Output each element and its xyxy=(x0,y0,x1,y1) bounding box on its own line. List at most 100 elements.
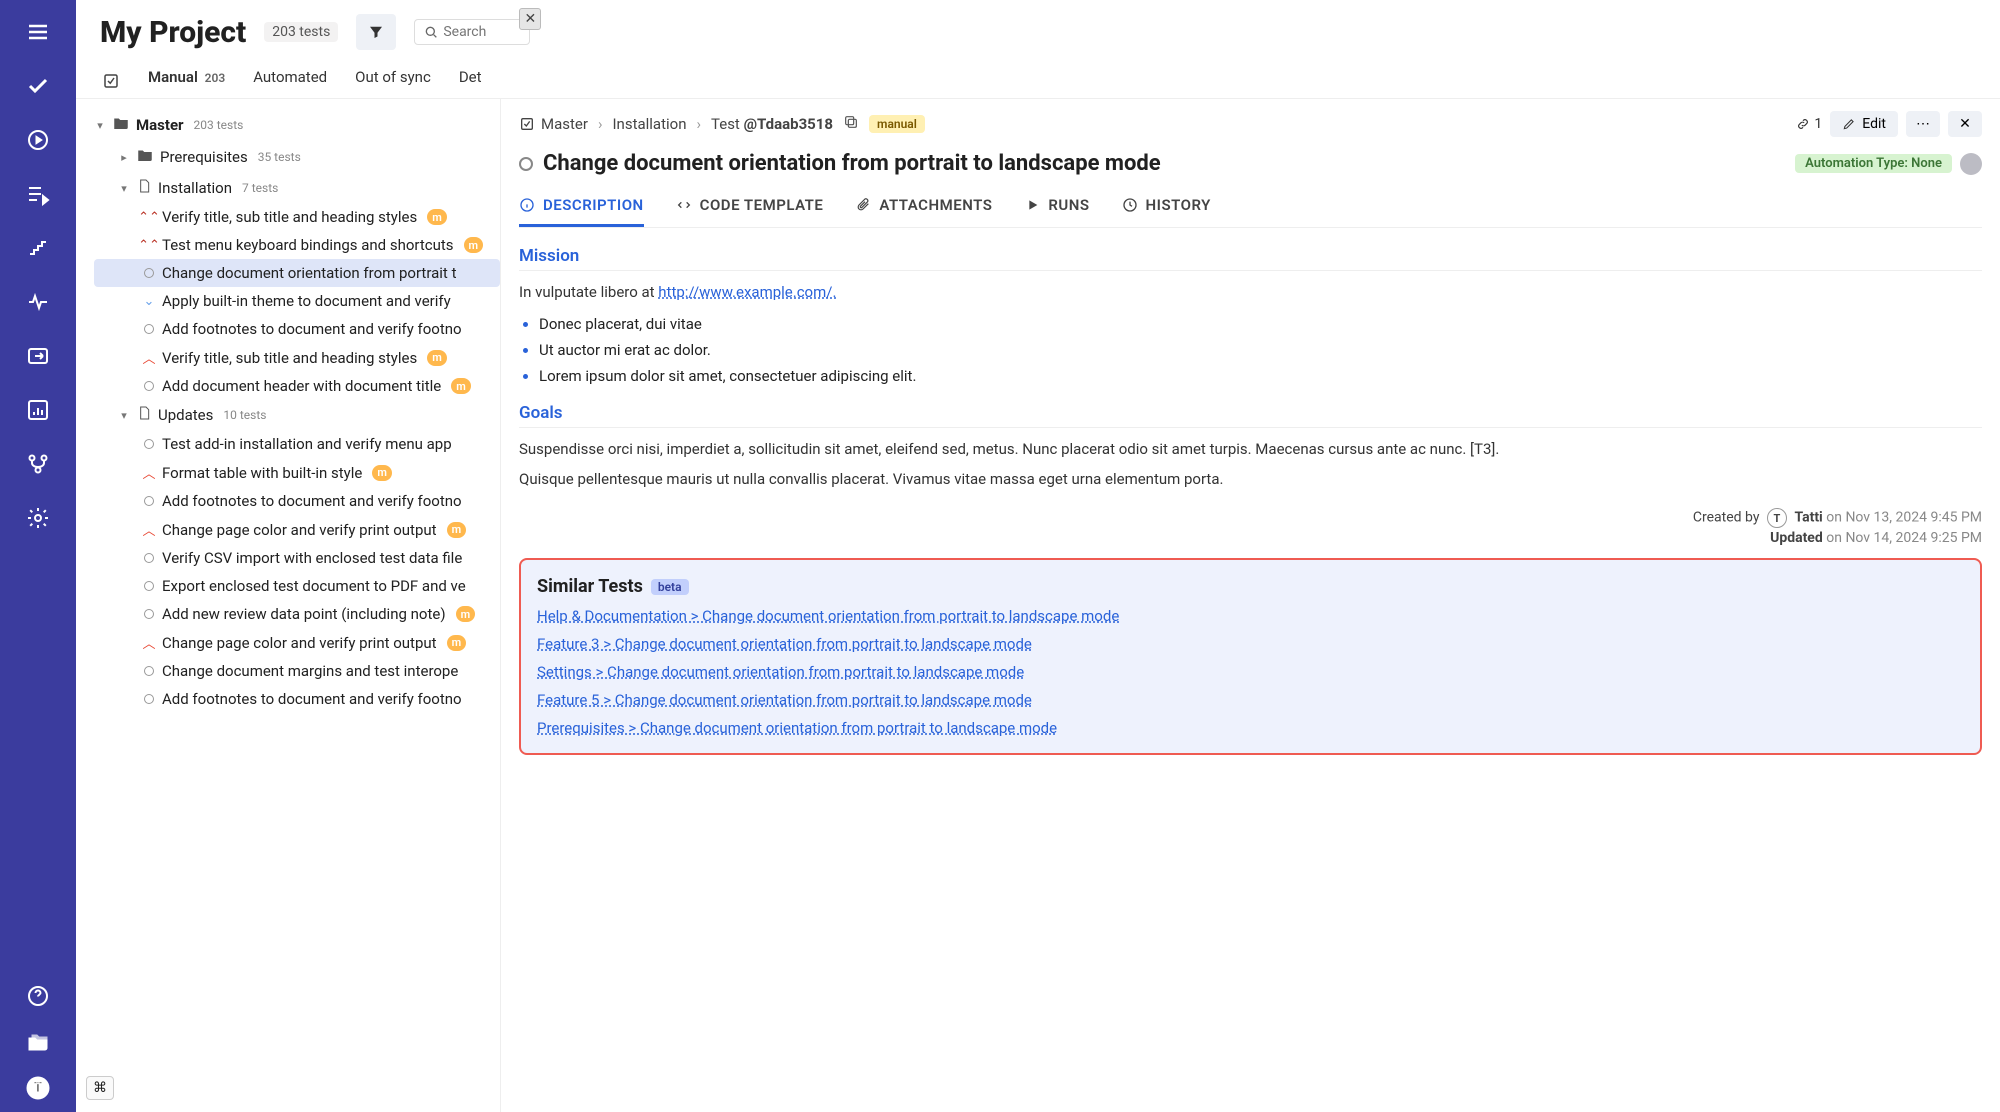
filter-button[interactable] xyxy=(356,14,396,50)
tree-node-prerequisites[interactable]: ▸ Prerequisites 35 tests xyxy=(94,141,500,173)
tab-runs[interactable]: RUNS xyxy=(1024,196,1089,227)
tree-test-item[interactable]: ︿Change page color and verify print outp… xyxy=(94,628,500,657)
manual-chip: m xyxy=(456,606,476,622)
manual-badge: manual xyxy=(869,115,925,133)
history-icon xyxy=(1122,197,1138,213)
check-icon[interactable] xyxy=(26,74,50,98)
tree-test-item[interactable]: Add footnotes to document and verify foo… xyxy=(94,315,500,343)
tree-test-item[interactable]: Add new review data point (including not… xyxy=(94,600,500,628)
search-icon xyxy=(423,24,439,40)
manual-chip: m xyxy=(427,209,447,225)
tree-collapse-icon[interactable] xyxy=(102,72,120,94)
chevron-right-icon: ▸ xyxy=(118,151,130,164)
link-count[interactable]: 1 xyxy=(1796,116,1822,132)
tree-test-item[interactable]: ︿Change page color and verify print outp… xyxy=(94,515,500,544)
mission-bullets: Donec placerat, dui vitaeUt auctor mi er… xyxy=(539,315,1982,385)
test-tree: ▾ Master 203 tests ▸ Prerequisites 35 te… xyxy=(76,99,500,1112)
status-circle-icon xyxy=(519,157,533,171)
tree-test-item[interactable]: Change document margins and test interop… xyxy=(94,657,500,685)
external-link[interactable]: http://www.example.com/. xyxy=(658,283,836,301)
tree-test-item[interactable]: Verify CSV import with enclosed test dat… xyxy=(94,544,500,572)
tab-attachments[interactable]: ATTACHMENTS xyxy=(855,196,992,227)
more-button[interactable]: ⋯ xyxy=(1906,111,1940,137)
tab-outofsync[interactable]: Out of sync xyxy=(355,68,431,98)
similar-test-link[interactable]: Feature 5 > Change document orientation … xyxy=(537,691,1964,709)
help-icon[interactable] xyxy=(26,984,50,1008)
tree-test-item[interactable]: Export enclosed test document to PDF and… xyxy=(94,572,500,600)
automation-badge: Automation Type: None xyxy=(1795,154,1952,173)
avatar[interactable] xyxy=(1960,153,1982,175)
meta-updated: Updated on Nov 14, 2024 9:25 PM xyxy=(519,530,1982,546)
tree-test-item[interactable]: Change document orientation from portrai… xyxy=(94,259,500,287)
tab-manual[interactable]: Manual 203 xyxy=(148,68,225,98)
detail-tabs: DESCRIPTION CODE TEMPLATE ATTACHMENTS RU… xyxy=(519,196,1982,228)
file-icon xyxy=(136,405,152,425)
tree-test-item[interactable]: ⌄Apply built-in theme to document and ve… xyxy=(94,287,500,315)
similar-test-link[interactable]: Prerequisites > Change document orientat… xyxy=(537,719,1964,737)
project-title: My Project xyxy=(100,15,246,50)
tree-test-item[interactable]: Add footnotes to document and verify foo… xyxy=(94,487,500,515)
pulse-icon[interactable] xyxy=(26,290,50,314)
chevron-down-icon: ▾ xyxy=(118,182,130,195)
check-square-icon xyxy=(519,116,535,132)
beta-badge: beta xyxy=(651,579,689,595)
tree-test-item[interactable]: ︿Format table with built-in stylem xyxy=(94,458,500,487)
search-box[interactable]: ✕ xyxy=(414,19,530,45)
test-title: Change document orientation from portrai… xyxy=(519,151,1161,176)
tab-history[interactable]: HISTORY xyxy=(1122,196,1211,227)
pencil-icon xyxy=(1842,117,1856,131)
gear-icon[interactable] xyxy=(26,506,50,530)
svg-text:T: T xyxy=(34,1080,43,1096)
manual-chip: m xyxy=(447,635,467,651)
detail-panel: Master › Installation › Test @Tdaab3518 … xyxy=(500,99,2000,1112)
info-icon xyxy=(519,197,535,213)
folders-icon[interactable] xyxy=(26,1030,50,1054)
import-icon[interactable] xyxy=(26,344,50,368)
manual-chip: m xyxy=(451,378,471,394)
chart-icon[interactable] xyxy=(26,398,50,422)
tab-code-template[interactable]: CODE TEMPLATE xyxy=(676,196,824,227)
tree-test-item[interactable]: Test add-in installation and verify menu… xyxy=(94,430,500,458)
tree-test-item[interactable]: ︿Verify title, sub title and heading sty… xyxy=(94,343,500,372)
paperclip-icon xyxy=(855,197,871,213)
tree-node-installation[interactable]: ▾ Installation 7 tests xyxy=(94,173,500,203)
tree-test-item[interactable]: Add document header with document titlem xyxy=(94,372,500,400)
similar-test-link[interactable]: Feature 3 > Change document orientation … xyxy=(537,635,1964,653)
similar-test-link[interactable]: Settings > Change document orientation f… xyxy=(537,663,1964,681)
tree-test-item[interactable]: ⌃⌃Test menu keyboard bindings and shortc… xyxy=(94,231,500,259)
chevron-down-icon: ▾ xyxy=(118,409,130,422)
similar-tests-card: Similar Testsbeta Help & Documentation >… xyxy=(519,558,1982,755)
playlist-icon[interactable] xyxy=(26,182,50,206)
folder-icon xyxy=(112,114,130,136)
code-icon xyxy=(676,197,692,213)
link-icon xyxy=(1796,117,1810,131)
search-input[interactable] xyxy=(443,24,503,40)
stairs-icon[interactable] xyxy=(26,236,50,260)
search-clear-button[interactable]: ✕ xyxy=(519,8,541,30)
left-rail: T xyxy=(0,0,76,1112)
close-button[interactable]: ✕ xyxy=(1948,111,1982,137)
tree-node-updates[interactable]: ▾ Updates 10 tests xyxy=(94,400,500,430)
tree-test-item[interactable]: ⌃⌃Verify title, sub title and heading st… xyxy=(94,203,500,231)
folder-icon xyxy=(136,146,154,168)
logo-icon[interactable]: T xyxy=(26,1076,50,1100)
play-circle-icon[interactable] xyxy=(26,128,50,152)
file-icon xyxy=(136,178,152,198)
tab-description[interactable]: DESCRIPTION xyxy=(519,196,644,227)
branch-icon[interactable] xyxy=(26,452,50,476)
section-goals: Goals xyxy=(519,403,1982,428)
copy-icon[interactable] xyxy=(843,114,859,134)
play-icon xyxy=(1024,197,1040,213)
tree-node-master[interactable]: ▾ Master 203 tests xyxy=(94,109,500,141)
similar-test-link[interactable]: Help & Documentation > Change document o… xyxy=(537,607,1964,625)
tree-test-item[interactable]: Add footnotes to document and verify foo… xyxy=(94,685,500,713)
tab-det[interactable]: Det xyxy=(459,68,482,98)
section-mission: Mission xyxy=(519,246,1982,271)
avatar-chip: T xyxy=(1767,508,1787,528)
chevron-down-icon: ▾ xyxy=(94,119,106,132)
edit-button[interactable]: Edit xyxy=(1830,111,1898,137)
tab-automated[interactable]: Automated xyxy=(253,68,327,98)
meta-created: Created by T Tatti on Nov 13, 2024 9:45 … xyxy=(519,508,1982,528)
hamburger-icon[interactable] xyxy=(26,20,50,44)
cmd-key-hint[interactable]: ⌘ xyxy=(86,1076,114,1100)
